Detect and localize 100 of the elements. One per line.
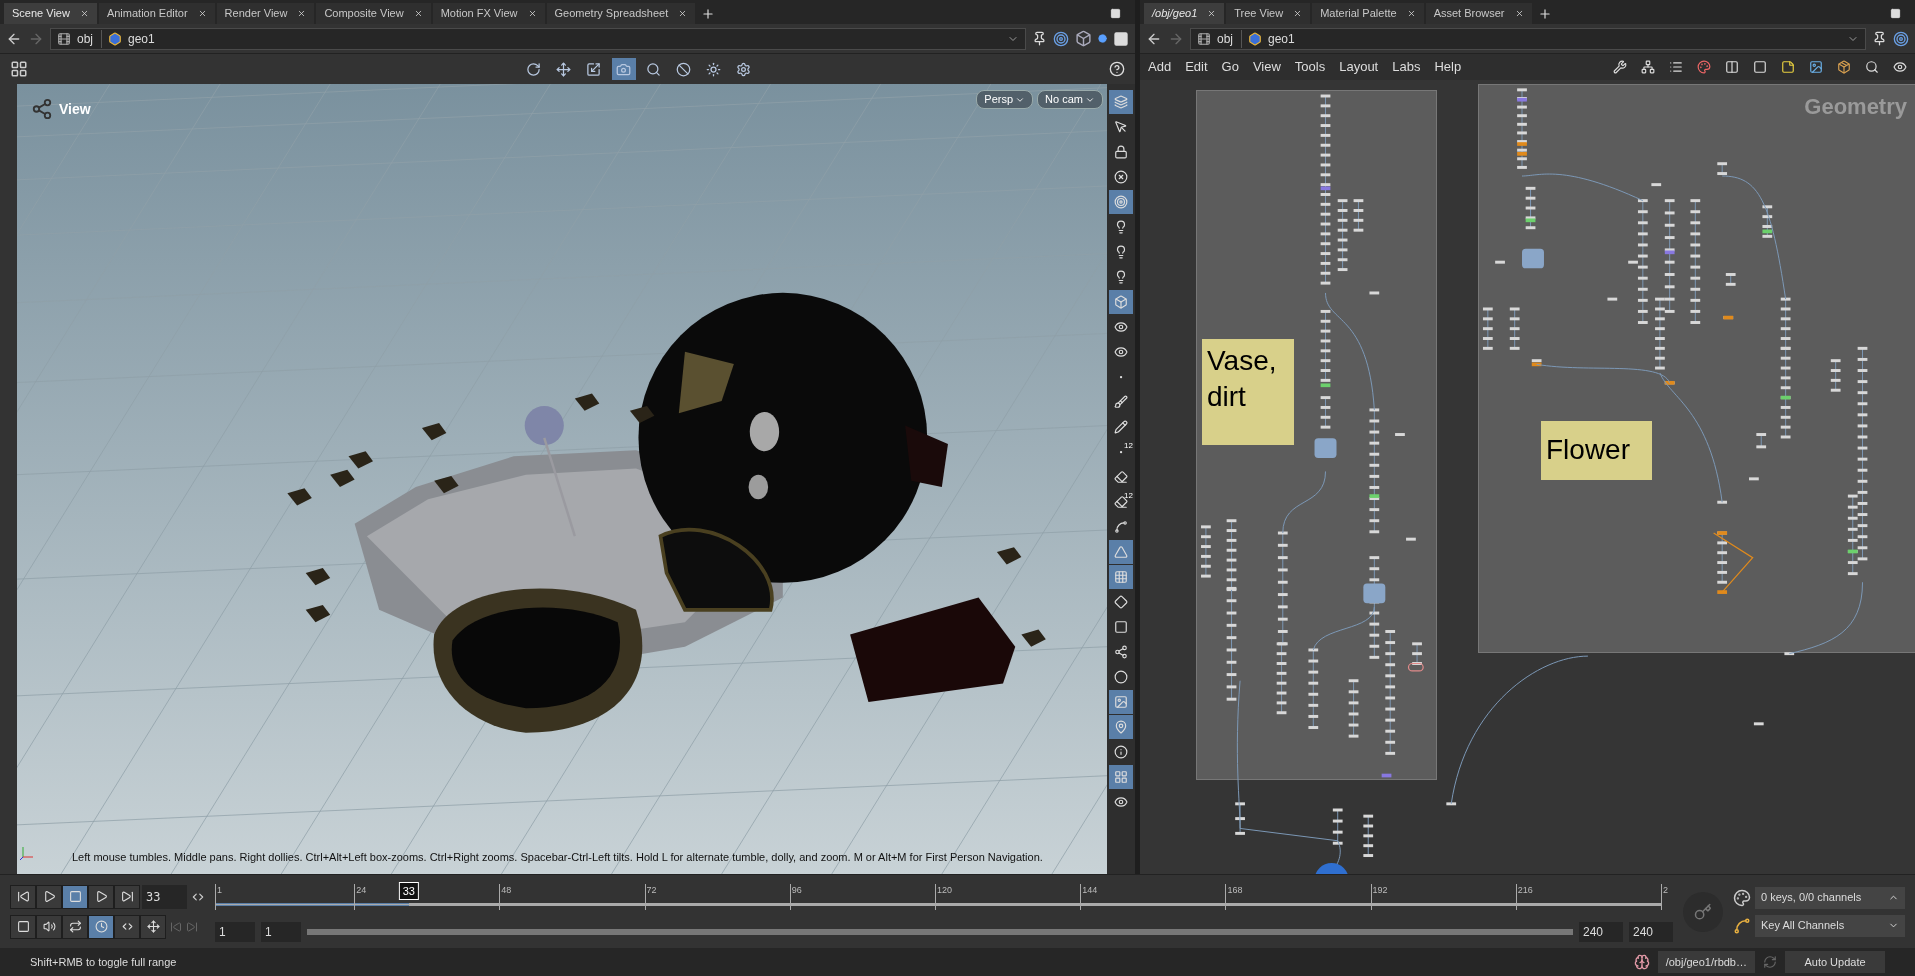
sphere-icon[interactable] — [1098, 34, 1107, 43]
camera-menu[interactable]: Persp — [976, 90, 1034, 109]
sticky-note[interactable]: Vase, dirt — [1202, 339, 1294, 445]
key-button[interactable] — [1683, 891, 1723, 932]
step-button[interactable] — [114, 914, 140, 939]
close-icon[interactable] — [79, 9, 89, 18]
wrench-icon[interactable] — [1613, 60, 1627, 74]
stop-button[interactable] — [62, 884, 88, 909]
skip-forward-button[interactable] — [114, 884, 140, 909]
viewport-title: View — [59, 99, 91, 119]
close-icon[interactable] — [678, 9, 688, 18]
menu-item[interactable]: Layout — [1339, 57, 1379, 77]
menu-item[interactable]: Help — [1434, 57, 1462, 77]
list-icon[interactable] — [1669, 60, 1683, 74]
display-icon[interactable] — [1113, 30, 1129, 47]
end-range-field[interactable]: 240 — [1579, 921, 1623, 942]
bypassed-node[interactable] — [1407, 662, 1424, 672]
triangle-icon — [1114, 545, 1128, 559]
end-frame-field[interactable]: 240 — [1629, 921, 1673, 942]
start-frame-field[interactable]: 1 — [215, 921, 255, 942]
sticky-note-icon[interactable] — [1781, 60, 1795, 74]
path-segment[interactable]: obj — [77, 29, 102, 48]
axis-gizmo-icon — [20, 846, 34, 860]
close-icon[interactable] — [1207, 9, 1217, 18]
audio-button[interactable] — [36, 914, 62, 939]
path-segment[interactable]: obj — [1217, 29, 1242, 48]
menu-item[interactable]: Edit — [1185, 57, 1208, 77]
menu-item[interactable]: Tools — [1294, 57, 1326, 77]
dop-network-nodes[interactable] — [1314, 248, 1544, 604]
reverse-play-button[interactable] — [36, 884, 62, 909]
pane-tab[interactable]: Scene View — [4, 3, 97, 24]
network-box[interactable] — [1478, 84, 1915, 653]
close-icon[interactable] — [197, 9, 207, 18]
menu-item[interactable]: Add — [1148, 57, 1172, 77]
add-tab-icon[interactable] — [1537, 7, 1552, 21]
help-icon[interactable] — [1109, 61, 1125, 77]
menu-item[interactable]: Go — [1221, 57, 1239, 77]
pane-tab[interactable]: Composite View — [316, 3, 431, 24]
menu-item[interactable]: Labs — [1392, 57, 1421, 77]
close-icon[interactable] — [1406, 9, 1416, 18]
skip-back-button[interactable] — [10, 884, 36, 909]
close-icon[interactable] — [1514, 9, 1524, 18]
dot-tool[interactable]: 12 — [1109, 440, 1133, 464]
skip-back-icon — [16, 890, 30, 903]
realtime-button[interactable] — [88, 914, 114, 939]
refresh-icon[interactable] — [1763, 955, 1777, 969]
playhead-marker[interactable]: 33 — [398, 881, 419, 900]
image-icon[interactable] — [1809, 60, 1823, 74]
grid-menu-icon[interactable] — [10, 60, 28, 78]
scope-button[interactable] — [10, 914, 36, 939]
pane-tab[interactable]: Tree View — [1226, 3, 1311, 24]
frame-icon[interactable] — [1753, 60, 1767, 74]
close-icon[interactable] — [297, 9, 307, 18]
play-button[interactable] — [88, 884, 114, 909]
pin-icon[interactable] — [1032, 31, 1047, 46]
shattered-vase-scene-drawing[interactable] — [17, 84, 1107, 874]
key-mode-dropdown[interactable]: Key All Channels — [1755, 914, 1905, 937]
frame-field[interactable]: 33 — [142, 884, 187, 909]
pane-tab[interactable]: Motion FX View — [432, 3, 545, 24]
package-icon[interactable] — [1837, 60, 1851, 74]
pane-tab[interactable]: Material Palette — [1312, 3, 1424, 24]
maximize-icon[interactable] — [1890, 8, 1901, 19]
target-icon — [1114, 195, 1128, 209]
tree-icon[interactable] — [1641, 60, 1655, 74]
path-field[interactable]: obj geo1 — [1190, 27, 1866, 50]
range-slider[interactable] — [307, 928, 1573, 935]
path-dropdown[interactable]: /obj/geo1/rbdb… — [1657, 951, 1755, 973]
maximize-icon[interactable] — [1110, 8, 1121, 19]
keys-dropdown[interactable]: 0 keys, 0/0 channels — [1755, 886, 1905, 909]
pane-tab[interactable]: Render View — [216, 3, 315, 24]
columns-icon[interactable] — [1725, 60, 1739, 74]
target-icon[interactable] — [1893, 30, 1909, 47]
search-icon[interactable] — [1865, 60, 1879, 74]
camera-tool[interactable] — [611, 58, 636, 80]
camera-menu[interactable]: No cam — [1037, 90, 1103, 109]
close-icon[interactable] — [527, 9, 537, 18]
eraser-tool[interactable]: 12 — [1109, 490, 1133, 514]
pane-tab[interactable]: Geometry Spreadsheet — [546, 3, 696, 24]
loop-button[interactable] — [62, 914, 88, 939]
sticky-note[interactable]: Flower — [1541, 421, 1652, 480]
add-tab-icon[interactable] — [701, 7, 716, 21]
close-icon[interactable] — [1293, 9, 1303, 18]
pane-tab[interactable]: /obj/geo1 — [1144, 3, 1225, 24]
palette-icon[interactable] — [1697, 60, 1711, 74]
path-segment[interactable]: geo1 — [1268, 29, 1295, 48]
pane-tab[interactable]: Animation Editor — [98, 3, 215, 24]
path-field[interactable]: obj geo1 — [50, 27, 1026, 50]
brain-icon[interactable] — [1633, 954, 1650, 970]
cube-icon[interactable] — [1075, 30, 1092, 47]
update-mode-dropdown[interactable]: Auto Update — [1785, 951, 1885, 973]
pane-tab[interactable]: Asset Browser — [1425, 3, 1532, 24]
eye-icon[interactable] — [1893, 60, 1907, 74]
close-icon[interactable] — [413, 9, 423, 18]
target-icon[interactable] — [1053, 30, 1069, 47]
start-range-field[interactable]: 1 — [261, 921, 301, 942]
menu-item[interactable]: View — [1252, 57, 1281, 77]
network-box[interactable] — [1196, 90, 1437, 780]
key-step-button[interactable] — [140, 914, 166, 939]
path-segment[interactable]: geo1 — [128, 29, 155, 48]
pin-icon[interactable] — [1872, 31, 1887, 46]
